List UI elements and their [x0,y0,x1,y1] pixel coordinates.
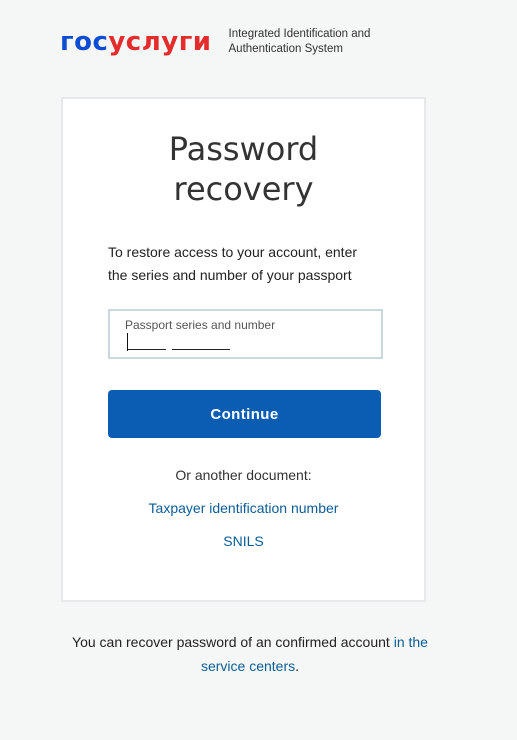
passport-field-label: Passport series and number [125,318,276,332]
page-header: гос услуги Integrated Identification and … [60,24,394,60]
footer-note: You can recover password of an confirmed… [50,630,450,678]
footer-text: You can recover password of an confirmed… [72,634,390,650]
logo-part-red: услуги [108,27,212,57]
password-recovery-card: Password recovery To restore access to y… [61,97,426,602]
instructions-text: To restore access to your account, enter… [108,244,358,283]
footer-suffix: . [295,658,300,674]
series-mask [128,349,166,350]
passport-field[interactable]: Passport series and number [108,309,383,359]
alternative-document-label: Or another document: [175,467,312,483]
number-mask [172,349,230,350]
logo-part-blue: гос [60,27,109,57]
snils-link[interactable]: SNILS [63,533,424,549]
gosuslugi-logo[interactable]: гос услуги [60,29,212,55]
continue-button[interactable]: Continue [108,390,381,438]
taxpayer-id-link[interactable]: Taxpayer identification number [63,500,424,516]
page-title: Password recovery [168,130,319,208]
header-tagline: Integrated Identification and Authentica… [228,28,371,55]
